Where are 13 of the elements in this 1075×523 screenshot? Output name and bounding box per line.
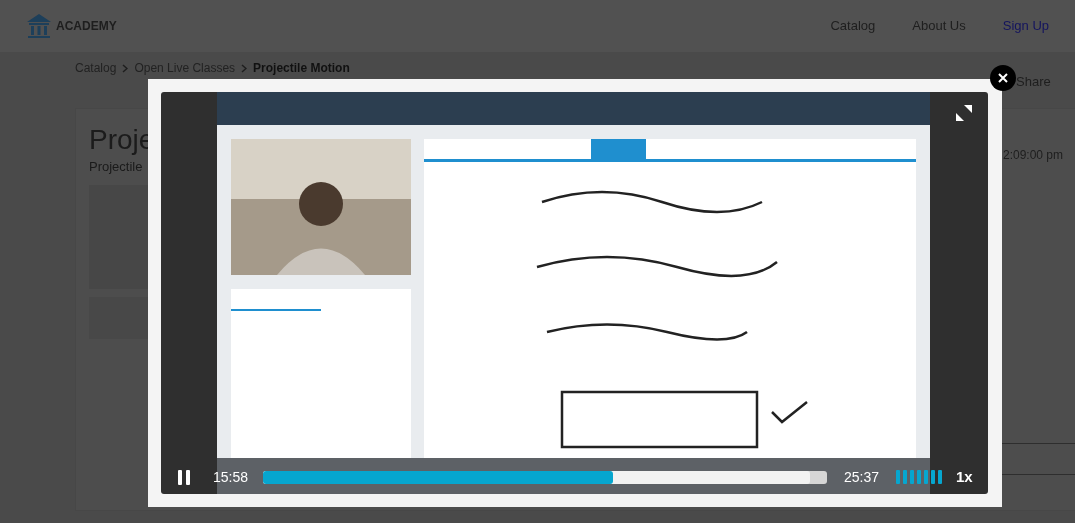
chevron-icon bbox=[241, 63, 248, 73]
nav-link[interactable]: Sign Up bbox=[1002, 16, 1049, 36]
close-button[interactable] bbox=[990, 65, 1016, 91]
chevron-icon bbox=[122, 63, 129, 73]
close-icon bbox=[998, 73, 1008, 83]
breadcrumb-link[interactable]: Projectile Motion bbox=[253, 59, 350, 77]
exit-fullscreen-icon[interactable] bbox=[955, 104, 973, 122]
building-icon bbox=[26, 13, 52, 39]
elapsed-time: 15:58 bbox=[212, 467, 250, 487]
speed-button[interactable]: 1x bbox=[956, 465, 973, 489]
pause-icon bbox=[177, 469, 191, 485]
volume-meter[interactable] bbox=[896, 470, 942, 484]
duration-time: 25:37 bbox=[844, 467, 881, 487]
